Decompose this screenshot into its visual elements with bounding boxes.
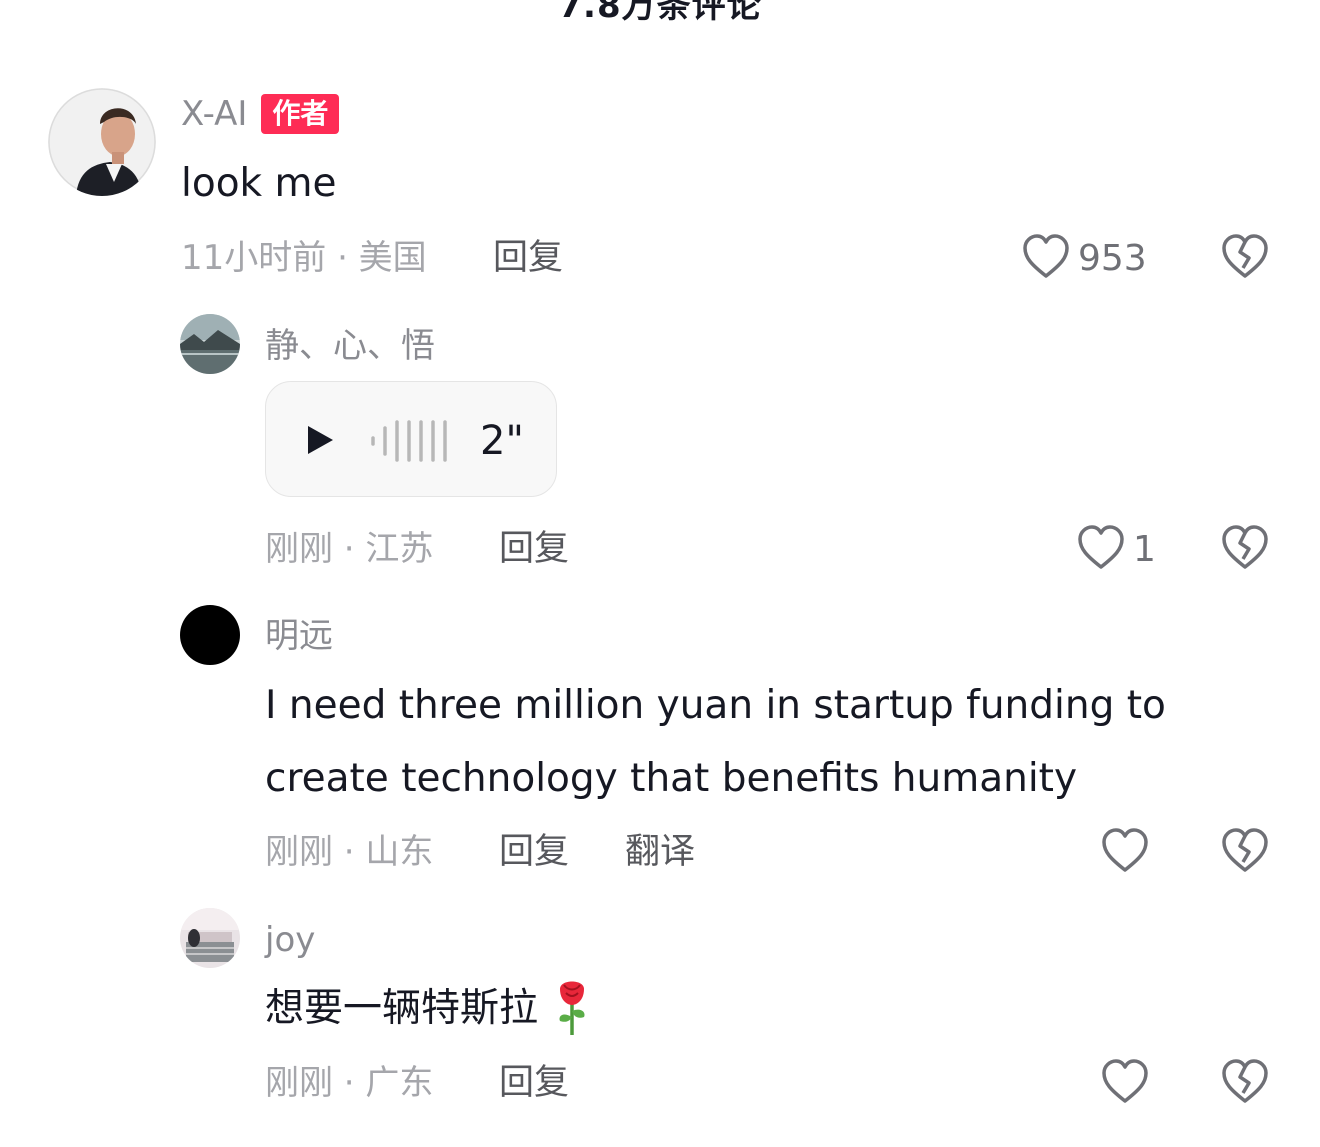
reply-item: joy 想要一辆特斯拉 刚刚 · 广东 回复 xyxy=(0,905,1320,1147)
reply-button[interactable]: 回复 xyxy=(499,529,569,569)
reply-time-location: 刚刚 · 山东 xyxy=(265,832,434,872)
like-count: 953 xyxy=(1078,238,1147,279)
reply-button[interactable]: 回复 xyxy=(493,238,563,278)
reply-text: 想要一辆特斯拉 xyxy=(265,986,539,1031)
voice-message[interactable]: 2" xyxy=(265,381,557,497)
like-count: 1 xyxy=(1133,529,1156,570)
like-button[interactable]: 953 xyxy=(1022,234,1147,284)
avatar[interactable] xyxy=(48,88,156,196)
reply-username[interactable]: 静、心、悟 xyxy=(265,326,435,366)
comment-text: look me xyxy=(181,161,337,206)
reply-username[interactable]: 明远 xyxy=(265,616,333,656)
broken-heart-icon[interactable] xyxy=(1221,828,1269,878)
like-button[interactable]: 1 xyxy=(1077,525,1156,575)
reply-text-line: create technology that benefits humanity xyxy=(265,756,1078,801)
like-button[interactable] xyxy=(1101,828,1149,878)
broken-heart-icon[interactable] xyxy=(1221,234,1269,284)
avatar[interactable] xyxy=(180,605,240,665)
rose-icon xyxy=(552,977,592,1041)
heart-outline-icon xyxy=(1101,828,1149,878)
heart-outline-icon xyxy=(1101,1059,1149,1109)
waveform-icon xyxy=(370,418,448,468)
voice-duration: 2" xyxy=(480,418,524,464)
reply-time-location: 刚刚 · 广东 xyxy=(265,1063,434,1103)
broken-heart-icon[interactable] xyxy=(1221,1059,1269,1109)
reply-time-location: 刚刚 · 江苏 xyxy=(265,529,434,569)
broken-heart-icon[interactable] xyxy=(1221,525,1269,575)
heart-outline-icon xyxy=(1077,525,1125,575)
translate-button[interactable]: 翻译 xyxy=(625,832,695,872)
reply-button[interactable]: 回复 xyxy=(499,1063,569,1103)
comment-time-location: 11小时前 · 美国 xyxy=(181,238,427,278)
reply-username[interactable]: joy xyxy=(265,920,315,960)
play-icon[interactable] xyxy=(306,425,334,459)
comment-username[interactable]: X-AI xyxy=(181,94,247,134)
reply-button[interactable]: 回复 xyxy=(499,832,569,872)
heart-outline-icon xyxy=(1022,234,1070,284)
comment-item: X-AI 作者 look me 11小时前 · 美国 回复 953 xyxy=(0,80,1320,290)
like-button[interactable] xyxy=(1101,1059,1149,1109)
reply-text-line: I need three million yuan in startup fun… xyxy=(265,683,1166,728)
comments-count-title: 7.8万条评论 xyxy=(558,0,762,26)
avatar[interactable] xyxy=(180,314,240,374)
reply-item: 静、心、悟 2" 刚刚 · 江苏 回复 1 xyxy=(0,312,1320,582)
author-badge: 作者 xyxy=(261,94,340,134)
reply-item: 明远 I need three million yuan in startup … xyxy=(0,600,1320,890)
avatar[interactable] xyxy=(180,908,240,968)
